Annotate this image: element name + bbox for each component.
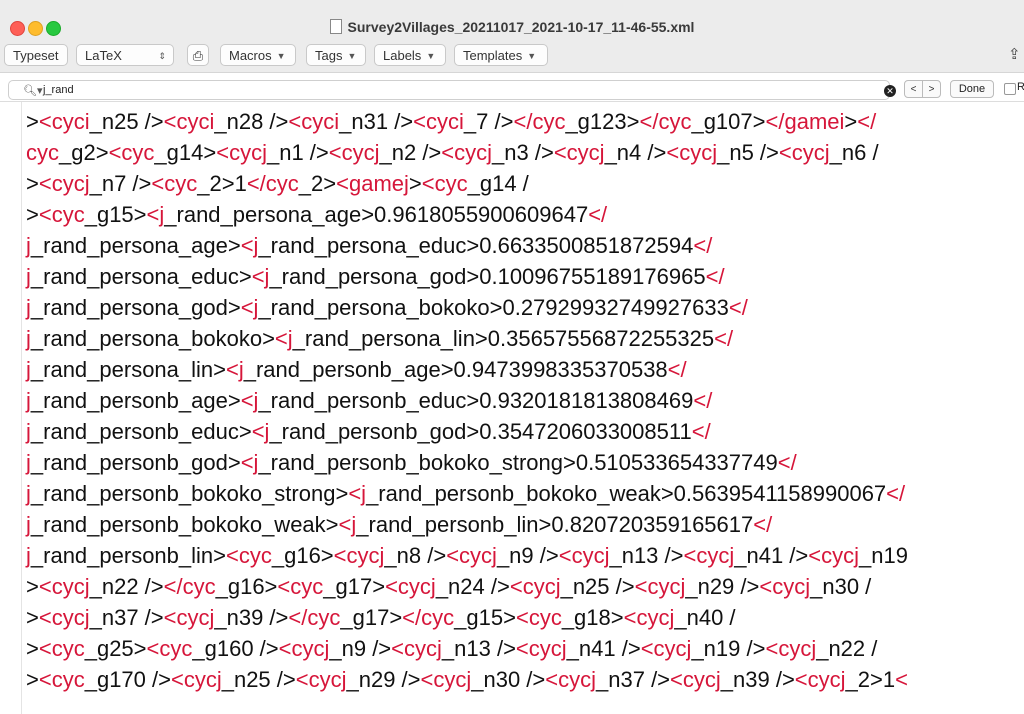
labels-label: Labels: [383, 48, 422, 63]
find-done-button[interactable]: Done: [950, 80, 994, 98]
source-editor[interactable]: ><cyci_n25 /><cyci_n28 /><cyci_n31 /><cy…: [0, 102, 1024, 714]
window-title: Survey2Villages_20211017_2021-10-17_11-4…: [0, 19, 1024, 35]
editor-line: j_rand_personb_age><j_rand_personb_educ>…: [26, 388, 713, 413]
editor-line: j_rand_personb_bokoko_strong><j_rand_per…: [26, 481, 906, 506]
typeset-label: Typeset: [13, 48, 59, 63]
chevron-down-icon: ▼: [527, 51, 537, 61]
print-button[interactable]: ⎙: [187, 44, 209, 66]
updown-chevron-icon: ⇕: [158, 51, 166, 61]
templates-label: Templates: [463, 48, 523, 63]
title-bar: Survey2Villages_20211017_2021-10-17_11-4…: [0, 0, 1024, 40]
editor-line: j_rand_persona_educ><j_rand_persona_god>…: [26, 264, 725, 289]
printer-icon: ⎙: [192, 48, 204, 63]
editor-line: j_rand_persona_god><j_rand_persona_bokok…: [26, 295, 748, 320]
editor-line: ><cyc_g15><j_rand_persona_age>0.96180559…: [26, 202, 608, 227]
share-icon[interactable]: ⇪: [1008, 45, 1021, 63]
regex-label: R: [1017, 81, 1024, 93]
editor-line: j_rand_persona_age><j_rand_persona_educ>…: [26, 233, 713, 258]
tags-label: Tags: [315, 48, 343, 63]
find-value: j_rand: [43, 84, 74, 96]
typeset-button[interactable]: Typeset: [4, 44, 68, 66]
editor-line: j_rand_personb_lin><cyc_g16><cycj_n8 /><…: [26, 543, 908, 568]
editor-line: j_rand_personb_educ><j_rand_personb_god>…: [26, 419, 711, 444]
toolbar: Typeset LaTeX ⇕ ⎙ Macros ▼ Tags ▼ Labels ▼ T…: [0, 40, 1024, 73]
window-title-text: Survey2Villages_20211017_2021-10-17_11-4…: [347, 19, 695, 35]
search-icon: 🔍︎▾: [23, 85, 43, 97]
labels-menu[interactable]: Labels ▼: [374, 44, 446, 66]
editor-line: ><cyc_g170 /><cycj_n25 /><cycj_n29 /><cy…: [26, 667, 908, 692]
document-icon: [329, 19, 342, 34]
find-next-button[interactable]: >: [922, 80, 941, 98]
editor-line: ><cyc_g25><cyc_g160 /><cycj_n9 /><cycj_n…: [26, 636, 878, 661]
typeset-engine-select[interactable]: LaTeX ⇕: [76, 44, 174, 66]
macros-menu[interactable]: Macros ▼: [220, 44, 296, 66]
find-previous-button[interactable]: <: [904, 80, 923, 98]
prev-chevron-icon: <: [910, 84, 917, 95]
clear-search-icon[interactable]: ✕: [884, 85, 896, 97]
next-chevron-icon: >: [928, 84, 935, 95]
engine-label: LaTeX: [85, 48, 122, 63]
editor-gutter: [21, 102, 22, 714]
editor-line: j_rand_persona_lin><j_rand_personb_age>0…: [26, 357, 687, 382]
chevron-down-icon: ▼: [276, 51, 286, 61]
editor-line: ><cycj_n37 /><cycj_n39 /></cyc_g17></cyc…: [26, 605, 736, 630]
editor-line: ><cyci_n25 /><cyci_n28 /><cyci_n31 /><cy…: [26, 109, 877, 134]
find-input[interactable]: 🔍︎▾ j_rand ✕: [8, 80, 896, 100]
tags-menu[interactable]: Tags ▼: [306, 44, 366, 66]
editor-line: cyc_g2><cyc_g14><cycj_n1 /><cycj_n2 /><c…: [26, 140, 879, 165]
editor-line: j_rand_personb_bokoko_weak><j_rand_perso…: [26, 512, 773, 537]
editor-line: ><cycj_n22 /></cyc_g16><cyc_g17><cycj_n2…: [26, 574, 872, 599]
find-bar: 🔍︎▾ j_rand ✕ < > Done R: [0, 79, 1024, 102]
chevron-down-icon: ▼: [426, 51, 436, 61]
done-label: Done: [958, 83, 986, 95]
macros-label: Macros: [229, 48, 272, 63]
templates-menu[interactable]: Templates ▼: [454, 44, 548, 66]
editor-line: j_rand_persona_bokoko><j_rand_persona_li…: [26, 326, 734, 351]
editor-line: j_rand_personb_god><j_rand_personb_bokok…: [26, 450, 797, 475]
regex-checkbox[interactable]: [1004, 83, 1016, 95]
editor-line: ><cycj_n7 /><cyc_2>1</cyc_2><gamej><cyc_…: [26, 171, 529, 196]
chevron-down-icon: ▼: [347, 51, 357, 61]
